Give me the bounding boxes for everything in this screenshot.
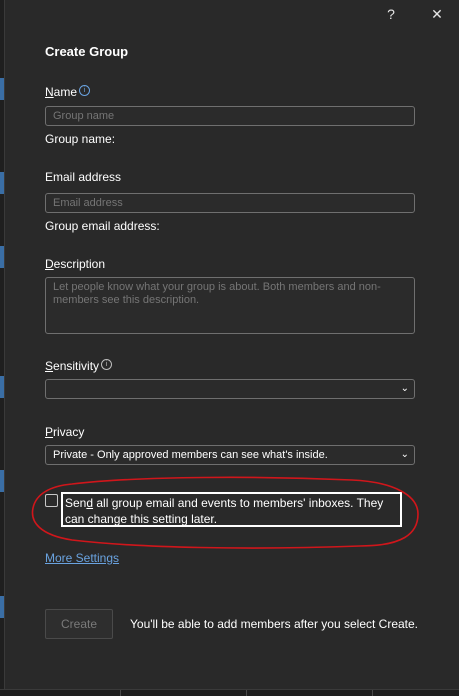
privacy-value: Private - Only approved members can see … — [53, 449, 328, 461]
send-email-checkbox[interactable] — [45, 494, 58, 507]
sensitivity-label: Sensitivity i — [45, 359, 113, 373]
help-icon: ? — [387, 6, 395, 22]
description-textarea[interactable] — [45, 277, 415, 334]
close-button[interactable]: ✕ — [424, 4, 450, 24]
sensitivity-select[interactable]: ⌄ — [45, 379, 415, 399]
privacy-select[interactable]: Private - Only approved members can see … — [45, 445, 415, 465]
footer-note: You'll be able to add members after you … — [130, 617, 419, 631]
group-email-helper: Group email address: — [45, 219, 160, 233]
more-settings-link[interactable]: More Settings — [45, 551, 119, 565]
privacy-label: Privacy — [45, 425, 85, 439]
name-info-icon[interactable]: i — [79, 85, 91, 96]
window-edge-marker — [0, 376, 4, 398]
description-label: Description — [45, 257, 106, 271]
create-button[interactable]: Create — [45, 609, 113, 639]
window-edge-marker — [0, 470, 4, 492]
help-button[interactable]: ? — [378, 4, 404, 24]
window-edge-marker — [0, 172, 4, 194]
window-bottom-edge — [0, 689, 459, 696]
red-annotation-circle — [31, 476, 419, 549]
dialog-title: Create Group — [45, 44, 129, 59]
send-email-checkbox-label[interactable]: Send all group email and events to membe… — [61, 492, 402, 527]
chevron-down-icon: ⌄ — [400, 383, 409, 394]
window-edge-marker — [0, 78, 4, 100]
group-name-input[interactable] — [45, 106, 415, 126]
email-label: Email address — [45, 170, 122, 184]
email-address-input[interactable] — [45, 193, 415, 213]
chevron-down-icon: ⌄ — [400, 449, 409, 460]
name-label: Name i — [45, 85, 91, 99]
window-left-edge — [0, 0, 5, 696]
window-edge-marker — [0, 596, 4, 618]
close-icon: ✕ — [431, 5, 443, 22]
window-edge-marker — [0, 246, 4, 268]
group-name-helper: Group name: — [45, 132, 116, 146]
sensitivity-info-icon[interactable]: i — [101, 359, 113, 370]
